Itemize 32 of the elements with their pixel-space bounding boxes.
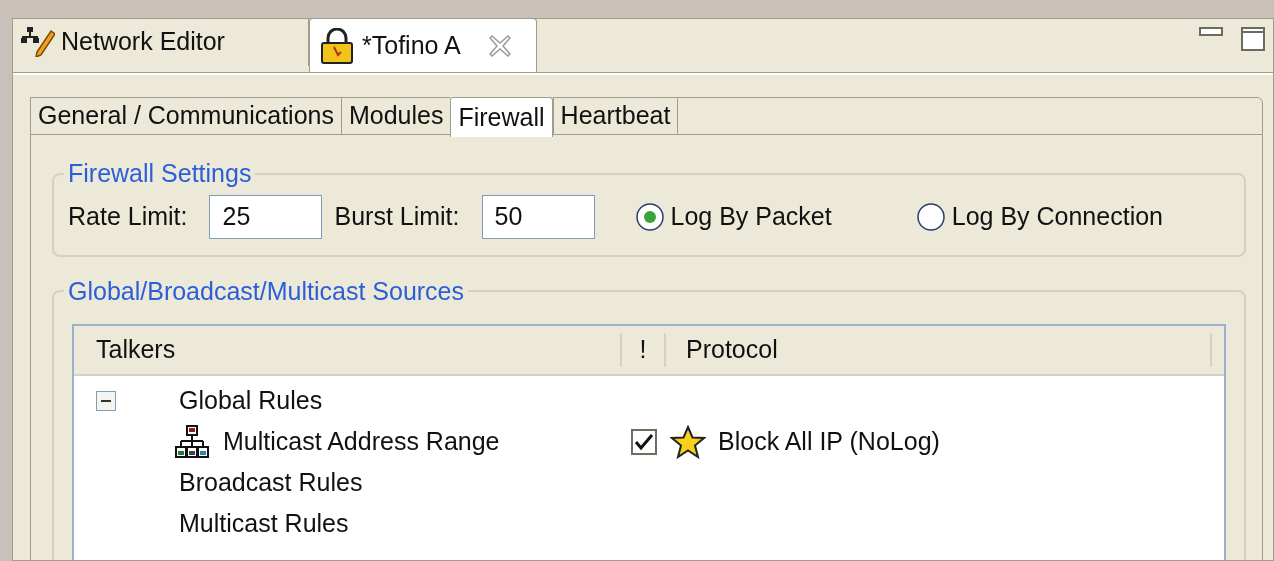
tree-item[interactable]: Global Rules — [179, 381, 323, 420]
radio-icon[interactable] — [634, 201, 665, 232]
tab[interactable]: General / Communications — [30, 97, 341, 135]
group-title: Firewall Settings — [67, 158, 253, 189]
radio-button[interactable]: Log By Packet — [634, 197, 832, 236]
tree-item[interactable]: Broadcast Rules — [179, 463, 363, 502]
close-icon[interactable] — [488, 34, 511, 57]
tree-item[interactable]: Multicast Address Range — [223, 422, 500, 461]
maximize-icon[interactable] — [1241, 27, 1265, 51]
network-pencil-icon — [21, 27, 55, 57]
padlock-icon — [320, 27, 354, 64]
column-header[interactable]: Talkers — [74, 333, 622, 367]
tab[interactable]: Firewall — [450, 97, 553, 137]
radio-button[interactable]: Log By Connection — [915, 197, 1163, 236]
field-label: Rate Limit: — [68, 200, 188, 232]
column-header[interactable]: Protocol — [666, 333, 1212, 367]
protocol-text: Block All IP (NoLog) — [718, 425, 940, 457]
group-title: Global/Broadcast/Multicast Sources — [67, 275, 465, 307]
collapse-icon[interactable] — [96, 390, 116, 411]
tree-item[interactable]: Multicast Rules — [179, 504, 349, 543]
tab[interactable]: Modules — [340, 97, 451, 135]
network-icon — [175, 424, 209, 459]
tab[interactable]: Heartbeat — [552, 97, 678, 135]
star-icon — [670, 424, 706, 459]
input-field[interactable]: 25 — [209, 194, 323, 239]
field-label: Burst Limit: — [334, 200, 460, 232]
column-header[interactable]: ! — [622, 333, 666, 367]
input-field[interactable]: 50 — [481, 194, 595, 239]
editor-tab[interactable]: *Tofino A — [309, 19, 537, 72]
checkbox[interactable] — [631, 428, 657, 455]
minimize-icon[interactable] — [1199, 27, 1223, 37]
radio-icon[interactable] — [915, 201, 946, 232]
